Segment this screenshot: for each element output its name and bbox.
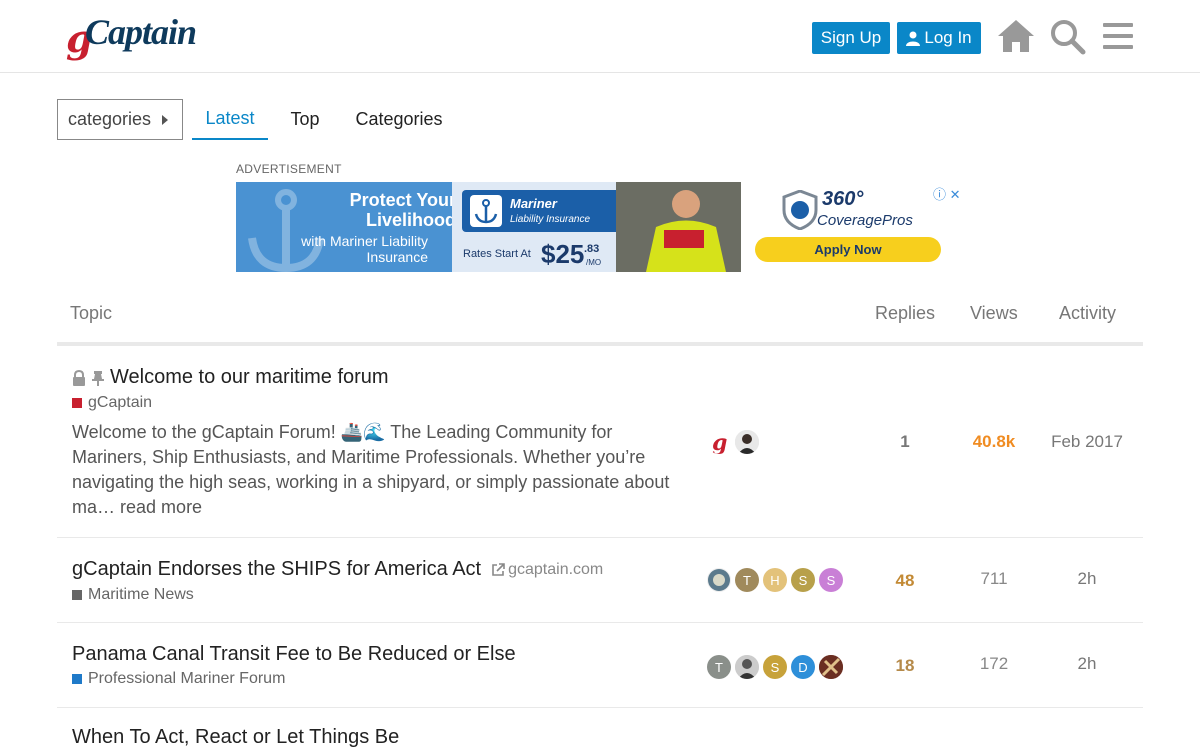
search-icon[interactable]: [1047, 16, 1087, 56]
topic-title-link[interactable]: When To Act, React or Let Things Be: [72, 726, 399, 749]
log-in-button[interactable]: Log In: [897, 22, 981, 54]
user-photo-icon: [735, 655, 759, 679]
mariner-title: Mariner: [510, 196, 557, 211]
category-color-square: [72, 398, 82, 408]
svg-text:g: g: [712, 430, 727, 454]
ad-photo-mariner: [616, 182, 746, 272]
mariner-badge: Mariner Liability Insurance: [462, 190, 620, 232]
activity-date[interactable]: Feb 2017: [1041, 432, 1133, 452]
ad-headline: Protect Your Livelihood: [349, 190, 456, 230]
views-count: 40.8k: [972, 432, 1016, 451]
external-link-icon: [492, 562, 505, 576]
price-per-month: /MO: [586, 258, 602, 267]
poster-avatars: g: [707, 430, 763, 454]
category-name: gCaptain: [88, 394, 153, 411]
gcaptain-logo[interactable]: g Captain: [66, 12, 197, 62]
replies-count: 1: [900, 432, 910, 451]
ad-subheadline: with Mariner Liability Insurance: [301, 233, 428, 265]
brand-360: 360°: [822, 188, 864, 210]
ad-close-icon[interactable]: ⓘ ✕: [933, 184, 961, 203]
avatar[interactable]: S: [819, 568, 843, 592]
category-name: Professional Mariner Forum: [88, 670, 286, 687]
replies-count: 18: [895, 656, 915, 675]
user-photo-icon: [819, 655, 843, 679]
topic-title-link[interactable]: Panama Canal Transit Fee to Be Reduced o…: [72, 643, 516, 666]
seal-avatar-icon: [708, 569, 730, 591]
topic-title-text: gCaptain Endorses the SHIPS for America …: [72, 558, 482, 580]
read-more-link[interactable]: read more: [120, 497, 202, 517]
topic-row: When To Act, React or Let Things Be: [57, 708, 1143, 748]
views-count: 172: [979, 654, 1009, 673]
replies-count: 48: [895, 571, 915, 590]
avatar[interactable]: [735, 430, 759, 454]
poster-avatars: T S D: [707, 655, 847, 679]
avatar[interactable]: S: [763, 655, 787, 679]
advertisement-label: ADVERTISEMENT: [236, 162, 342, 176]
column-header-replies[interactable]: Replies: [875, 303, 935, 324]
topic-title-link[interactable]: gCaptain Endorses the SHIPS for America …: [72, 558, 603, 581]
topic-title-text: Welcome to our maritime forum: [110, 366, 389, 388]
avatar[interactable]: g: [707, 430, 731, 454]
topic-title-link[interactable]: Welcome to our maritime forum: [72, 366, 389, 389]
site-header: g Captain Sign Up Log In: [0, 0, 1200, 73]
home-icon[interactable]: [996, 16, 1036, 56]
tab-latest[interactable]: Latest: [192, 99, 268, 140]
anchor-badge-icon: [470, 195, 502, 227]
activity-date[interactable]: 2h: [1041, 654, 1133, 674]
tab-categories[interactable]: Categories: [347, 99, 451, 140]
brand-coveragepros: CoveragePros: [817, 212, 913, 229]
sign-up-button[interactable]: Sign Up: [812, 22, 890, 54]
pin-icon: [92, 370, 104, 386]
avatar[interactable]: D: [791, 655, 815, 679]
link-domain[interactable]: gcaptain.com: [508, 561, 603, 579]
price-cents: .83: [584, 243, 600, 255]
topic-excerpt: Welcome to the gCaptain Forum! 🚢🌊 The Le…: [72, 420, 682, 520]
category-name: Maritime News: [88, 586, 194, 603]
avatar[interactable]: [819, 655, 843, 679]
apply-now-button[interactable]: Apply Now: [755, 237, 941, 262]
shield-icon: [782, 190, 818, 230]
avatar[interactable]: T: [735, 568, 759, 592]
category-color-square: [72, 590, 82, 600]
hamburger-menu-icon[interactable]: [1098, 16, 1138, 56]
categories-dropdown-label: categories: [68, 109, 152, 129]
price-text: $25: [541, 239, 585, 269]
column-header-topic: Topic: [70, 303, 113, 323]
advertisement-banner[interactable]: Protect Your Livelihood with Mariner Lia…: [236, 182, 964, 272]
user-photo-icon: [735, 430, 759, 454]
mariner-subtitle: Liability Insurance: [510, 214, 591, 225]
topic-row: gCaptain Endorses the SHIPS for America …: [57, 538, 1143, 623]
person-icon: [906, 31, 921, 46]
avatar[interactable]: [707, 568, 731, 592]
column-header-activity[interactable]: Activity: [1059, 303, 1116, 324]
logo-text: Captain: [85, 12, 197, 52]
topic-row: Panama Canal Transit Fee to Be Reduced o…: [57, 623, 1143, 708]
category-badge[interactable]: Maritime News: [72, 586, 194, 604]
topic-row: Welcome to our maritime forum gCaptain W…: [57, 346, 1143, 538]
column-header-views[interactable]: Views: [970, 303, 1018, 324]
log-in-label: Log In: [924, 28, 972, 47]
avatar[interactable]: S: [791, 568, 815, 592]
tab-top[interactable]: Top: [280, 99, 330, 140]
avatar[interactable]: H: [763, 568, 787, 592]
mariner-photo-shape: [616, 182, 746, 272]
category-color-square: [72, 674, 82, 684]
activity-date[interactable]: 2h: [1041, 569, 1133, 589]
lock-icon: [73, 369, 85, 386]
poster-avatars: T H S S: [707, 568, 847, 592]
views-count: 711: [980, 569, 1008, 588]
avatar[interactable]: T: [707, 655, 731, 679]
gcaptain-avatar-icon: g: [712, 430, 727, 454]
category-badge[interactable]: gCaptain: [72, 394, 152, 412]
rates-text: Rates Start At: [463, 248, 531, 260]
caret-right-icon: [162, 115, 168, 125]
avatar[interactable]: [735, 655, 759, 679]
categories-dropdown[interactable]: categories: [57, 99, 183, 140]
category-badge[interactable]: Professional Mariner Forum: [72, 670, 285, 688]
